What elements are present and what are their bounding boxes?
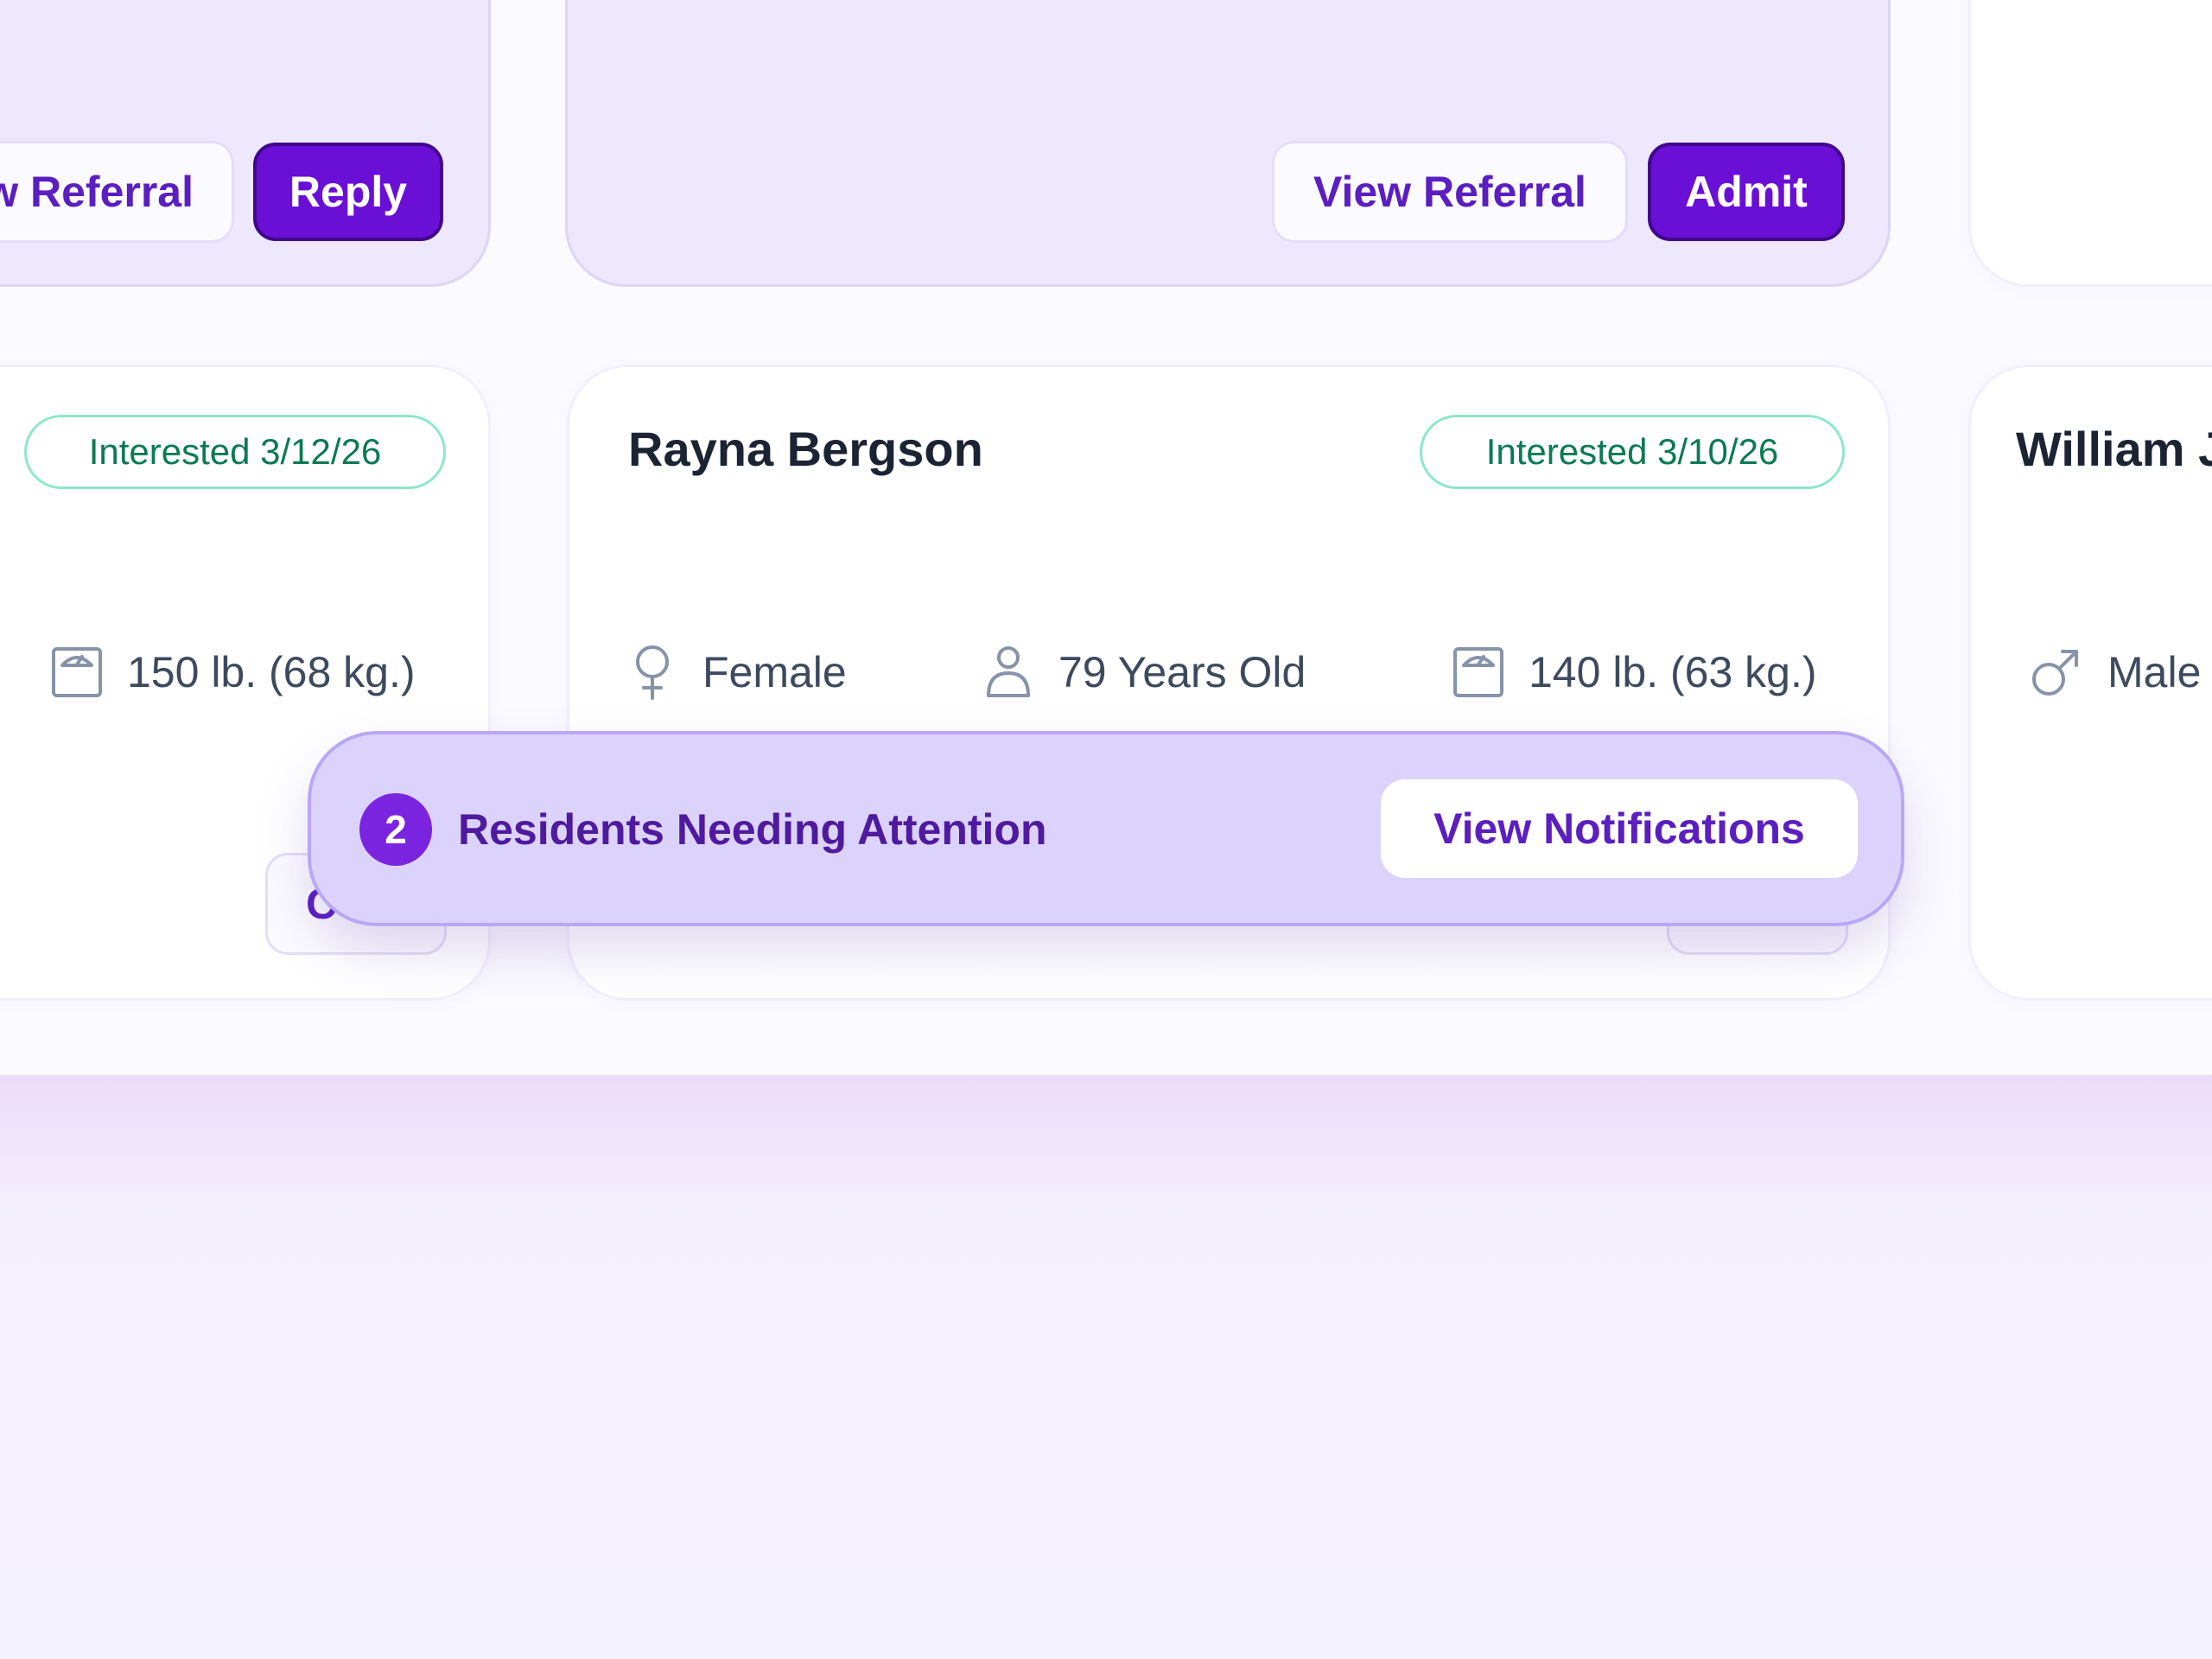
weight-value: 140 lb. (63 kg.) [1529,648,1817,696]
view-referral-button[interactable]: View Referral [1272,141,1628,243]
scale-icon [1453,647,1503,697]
male-icon [2032,650,2078,696]
notification-message: Residents Needing Attention [458,805,1047,854]
view-notifications-button[interactable]: View Notifications [1381,779,1858,878]
status-text: Interested 3/10/26 [1485,431,1779,472]
view-notifications-label: View Notifications [1433,804,1805,853]
gender-stat: Male [2030,638,2201,707]
age-value: 79 Years Old [1058,648,1306,696]
view-referral-label: w Referral [0,168,194,216]
referral-card-right [1968,0,2212,287]
referral-card-left: w Referral Reply [0,0,491,287]
view-referral-button[interactable]: w Referral [0,141,234,243]
status-text: Interested 3/12/26 [88,431,382,472]
admit-label: Admit [1685,168,1808,216]
female-icon [636,645,669,700]
status-badge: Interested 3/12/26 [24,415,446,489]
scale-icon [52,647,102,697]
reply-button[interactable]: Reply [253,143,443,241]
age-stat: 79 Years Old [984,638,1306,707]
referral-card-center: View Referral Admit [565,0,1891,287]
page-footer-gradient [0,1075,2212,1659]
gender-stat: Female [632,638,847,707]
resident-name: William J [2016,422,2212,476]
resident-card-right: William J Male [1968,365,2212,1001]
admit-button[interactable]: Admit [1648,143,1845,241]
reply-label: Reply [289,168,408,216]
weight-stat: 150 lb. (68 kg.) [51,638,416,707]
person-icon [987,646,1030,697]
gender-value: Female [702,648,847,696]
weight-stat: 140 lb. (63 kg.) [1452,638,1817,707]
resident-name: Rayna Bergson [628,422,983,476]
notification-count-badge: 2 [359,793,432,866]
status-badge: Interested 3/10/26 [1420,415,1845,489]
gender-value: Male [2107,648,2202,696]
view-referral-label: View Referral [1313,168,1586,216]
weight-value: 150 lb. (68 kg.) [127,648,416,696]
notification-toast: 2 Residents Needing Attention View Notif… [308,731,1904,926]
